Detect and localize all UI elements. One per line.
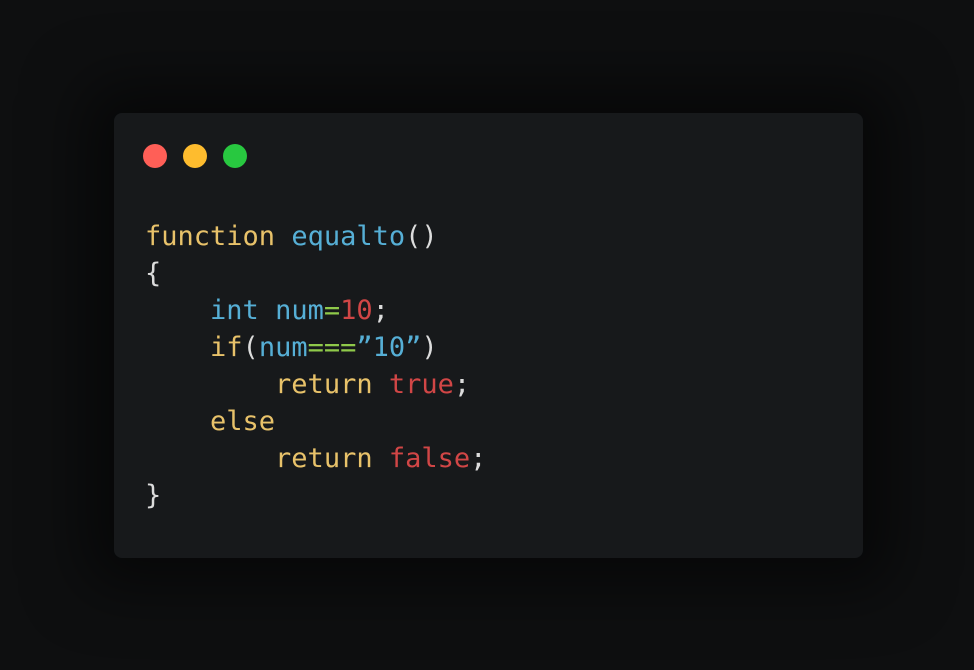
code-token: 10: [340, 295, 373, 326]
code-line: else: [145, 403, 486, 440]
code-token: equalto: [291, 221, 406, 252]
code-token: ;: [470, 443, 487, 474]
code-token: num: [258, 332, 308, 363]
code-block: function equalto(){ int num=10; if(num==…: [145, 218, 486, 514]
minimize-dot-icon[interactable]: [183, 144, 207, 168]
code-line: if(num===”10”): [145, 329, 486, 366]
code-token: =: [323, 295, 341, 326]
code-token: if: [210, 332, 243, 363]
code-line: {: [145, 255, 486, 292]
close-dot-icon[interactable]: [143, 144, 167, 168]
code-token: ): [421, 332, 438, 363]
code-line: return true;: [145, 366, 486, 403]
code-token: num: [275, 295, 324, 326]
code-token: ;: [453, 369, 471, 400]
code-token: ;: [372, 295, 389, 326]
code-token: int: [210, 295, 259, 326]
code-window: function equalto(){ int num=10; if(num==…: [114, 113, 863, 558]
code-token: else: [210, 406, 276, 437]
code-token: return: [275, 443, 373, 474]
code-token: function: [145, 221, 276, 252]
code-token: (: [242, 332, 259, 363]
code-token: (): [405, 221, 438, 252]
code-token: ”10”: [356, 332, 422, 363]
maximize-dot-icon[interactable]: [223, 144, 247, 168]
code-token: {: [145, 258, 162, 289]
code-token: return: [275, 369, 373, 400]
background: function equalto(){ int num=10; if(num==…: [0, 0, 974, 670]
code-token: ===: [307, 332, 357, 363]
code-token: }: [145, 480, 162, 511]
window-controls: [143, 144, 247, 168]
code-line: }: [145, 477, 486, 514]
code-token: true: [388, 369, 454, 400]
code-line: int num=10;: [145, 292, 486, 329]
code-line: function equalto(): [145, 218, 486, 255]
code-line: return false;: [145, 440, 486, 477]
code-token: false: [388, 443, 471, 474]
